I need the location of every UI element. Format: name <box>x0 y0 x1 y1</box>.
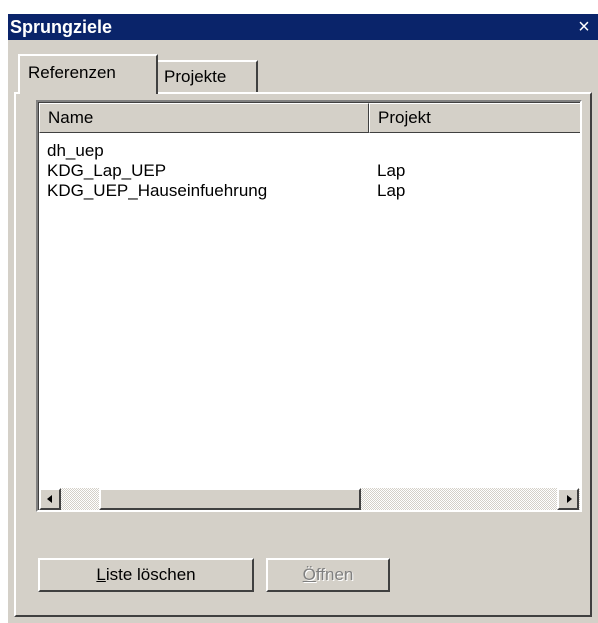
window-title: Sprungziele <box>10 17 113 37</box>
open-button[interactable]: Öffnen <box>266 558 390 592</box>
list-item-projekt: Lap <box>377 161 406 180</box>
open-label: ffnen <box>315 565 354 584</box>
open-accel: Ö <box>302 565 316 584</box>
title-bar[interactable]: Sprungziele × <box>8 14 598 40</box>
sprungziele-dialog: Sprungziele × Referenzen Projekte Name P… <box>8 14 598 623</box>
close-icon[interactable]: × <box>574 16 594 38</box>
column-header-projekt[interactable]: Projekt <box>369 103 580 133</box>
arrow-left-icon <box>47 495 52 503</box>
references-list[interactable]: Name Projekt dh_uep KDG_Lap_UEP Lap KDG_… <box>36 100 582 512</box>
list-item-projekt: Lap <box>377 181 406 200</box>
clear-list-button[interactable]: Liste löschen <box>38 558 254 592</box>
horizontal-scrollbar[interactable] <box>39 488 580 510</box>
column-header-name[interactable]: Name <box>39 103 369 133</box>
list-item-name: KDG_UEP_Hauseinfuehrung <box>47 181 268 200</box>
scroll-left-button[interactable] <box>39 488 61 510</box>
tab-referenzen[interactable]: Referenzen <box>18 54 158 94</box>
list-item-name: KDG_Lap_UEP <box>47 161 167 180</box>
scrollbar-thumb[interactable] <box>99 488 361 510</box>
list-header: Name Projekt <box>39 103 580 133</box>
clear-list-accel: L <box>96 565 106 584</box>
list-item-name: dh_uep <box>47 141 104 160</box>
arrow-right-icon <box>567 495 572 503</box>
clear-list-label: iste löschen <box>105 565 196 584</box>
scroll-right-button[interactable] <box>557 488 579 510</box>
tab-projekte[interactable]: Projekte <box>158 60 258 94</box>
